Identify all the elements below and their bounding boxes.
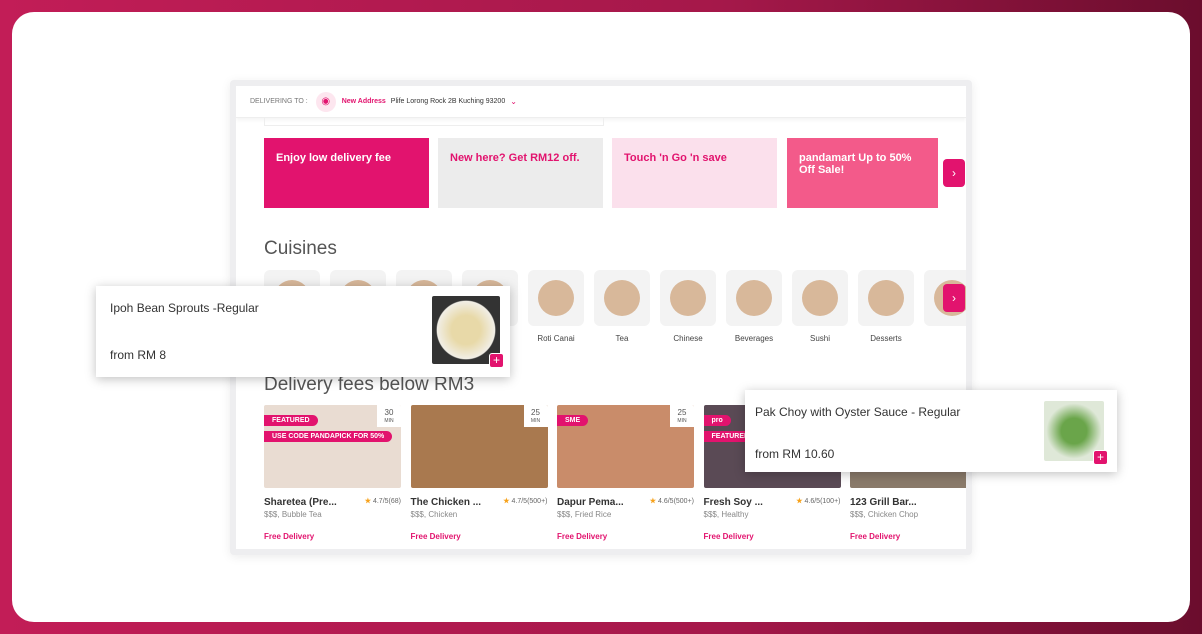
cuisine-label: Desserts (870, 334, 902, 343)
cuisine-tile[interactable] (528, 270, 584, 326)
free-delivery-label: Free Delivery (557, 532, 608, 541)
star-icon: ★ (649, 498, 657, 505)
cuisine-tile[interactable] (792, 270, 848, 326)
restaurant-badge: USE CODE PANDAPICK FOR 50% (264, 431, 393, 442)
free-delivery-label: Free Delivery (850, 532, 901, 541)
delivery-address-bar[interactable]: DELIVERING TO : ◉ New Address Plife Loro… (236, 86, 966, 118)
promo-banner[interactable]: Enjoy low delivery fee (264, 138, 429, 208)
restaurant-meta: $$$, Bubble Tea (264, 510, 322, 519)
star-icon: ★ (796, 498, 803, 505)
restaurant-name: 123 Grill Bar... (850, 497, 917, 508)
cuisine-label: Beverages (734, 334, 774, 343)
chevron-down-icon[interactable]: ⌄ (510, 97, 517, 106)
search-panel-edge (264, 118, 604, 126)
delivering-to-label: DELIVERING TO : (250, 98, 308, 105)
rating: ★ 4.6/5(100+) (796, 498, 841, 505)
cuisine-image (802, 280, 838, 316)
cuisine-label: Tea (615, 334, 629, 343)
location-pin-icon: ◉ (315, 91, 336, 112)
restaurant-name: Fresh Soy ... (703, 497, 763, 508)
star-icon: ★ (364, 498, 372, 505)
cuisine-tile[interactable] (660, 270, 716, 326)
restaurant-name: The Chicken ... (410, 497, 482, 508)
promo-banner[interactable]: Touch 'n Go 'n save (612, 138, 777, 208)
cuisines-next-button[interactable]: › (943, 284, 965, 312)
dish-image: + (1044, 401, 1108, 465)
cuisine-image (604, 280, 640, 316)
new-address-label: New Address (341, 98, 386, 105)
restaurant-meta: $$$, Chicken (410, 510, 458, 519)
free-delivery-label: Free Delivery (264, 532, 315, 541)
restaurant-badge: FEATURED (264, 415, 318, 426)
promo-banner[interactable]: New here? Get RM12 off. (438, 138, 603, 208)
cuisine-tile[interactable] (594, 270, 650, 326)
restaurant-name: Dapur Pema... (557, 497, 624, 508)
promo-banner[interactable]: pandamart Up to 50% Off Sale! (787, 138, 938, 208)
restaurant-meta: $$$, Fried Rice (557, 510, 612, 519)
restaurant-card[interactable]: 25 MIN The Chicken ... ★ 4.7/5(500+) $$$, Ch… (410, 405, 548, 541)
free-delivery-label: Free Delivery (703, 532, 754, 541)
restaurant-card[interactable]: FEATURED USE CODE PANDAPICK FOR 50% 30 MIN S… (264, 405, 401, 541)
cuisine-tile[interactable] (858, 270, 914, 326)
restaurant-meta: $$$, Healthy (703, 510, 749, 519)
rating: ★ 4.7/5(68) (364, 498, 401, 505)
cuisine-image (736, 280, 772, 316)
rating: ★ 4.6/5(500+) (649, 498, 694, 505)
cuisine-image (868, 280, 904, 316)
dish-popup-pak-choy[interactable]: Pak Choy with Oyster Sauce - Regular fro… (745, 390, 1117, 472)
cuisine-tile[interactable] (726, 270, 782, 326)
cuisine-label: Roti Canai (537, 334, 575, 343)
cuisine-label: Sushi (809, 334, 830, 343)
dish-price: from RM 10.60 (755, 447, 835, 461)
dish-popup-bean-sprouts[interactable]: Ipoh Bean Sprouts -Regular from RM 8 + (96, 286, 510, 377)
banner-text: pandamart Up to 50% Off Sale! (799, 152, 912, 176)
add-dish-button[interactable]: + (1093, 450, 1108, 465)
dish-title: Pak Choy with Oyster Sauce - Regular (755, 405, 961, 419)
delivery-time: 25 MIN (523, 405, 548, 427)
restaurant-image: FEATURED USE CODE PANDAPICK FOR 50% 30 MIN (264, 405, 401, 488)
restaurant-badge: pro (703, 415, 731, 426)
restaurant-card[interactable]: SME 25 MIN Dapur Pema... ★ 4.6/5(500+) $$$, F… (557, 405, 694, 541)
rating: ★ 4.7/5(500+) (503, 498, 548, 505)
restaurant-name: Sharetea (Pre... (264, 497, 337, 508)
star-icon: ★ (503, 498, 510, 505)
cuisine-image (538, 280, 574, 316)
banners-next-button[interactable]: › (943, 159, 965, 187)
cuisines-title: Cuisines (264, 238, 337, 259)
delivery-section-title: Delivery fees below RM3 (264, 374, 475, 395)
cuisine-image (670, 280, 706, 316)
cuisine-label: Chinese (673, 334, 703, 343)
restaurant-badge: SME (557, 415, 589, 426)
delivery-time: 25 MIN (670, 405, 694, 427)
dish-image: + (432, 296, 504, 368)
dish-title: Ipoh Bean Sprouts -Regular (110, 301, 259, 315)
banner-text: Touch 'n Go 'n save (624, 152, 727, 164)
address-text: Plife Lorong Rock 2B Kuching 93200 (390, 98, 506, 105)
delivery-time: 30 MIN (377, 405, 401, 427)
add-dish-button[interactable]: + (489, 353, 504, 368)
banner-text: New here? Get RM12 off. (450, 152, 580, 164)
restaurant-meta: $$$, Chicken Chop (850, 510, 919, 519)
banner-text: Enjoy low delivery fee (276, 152, 391, 164)
restaurant-image: 25 MIN (410, 405, 548, 488)
free-delivery-label: Free Delivery (410, 532, 461, 541)
restaurant-image: SME 25 MIN (557, 405, 694, 488)
dish-price: from RM 8 (110, 348, 167, 362)
